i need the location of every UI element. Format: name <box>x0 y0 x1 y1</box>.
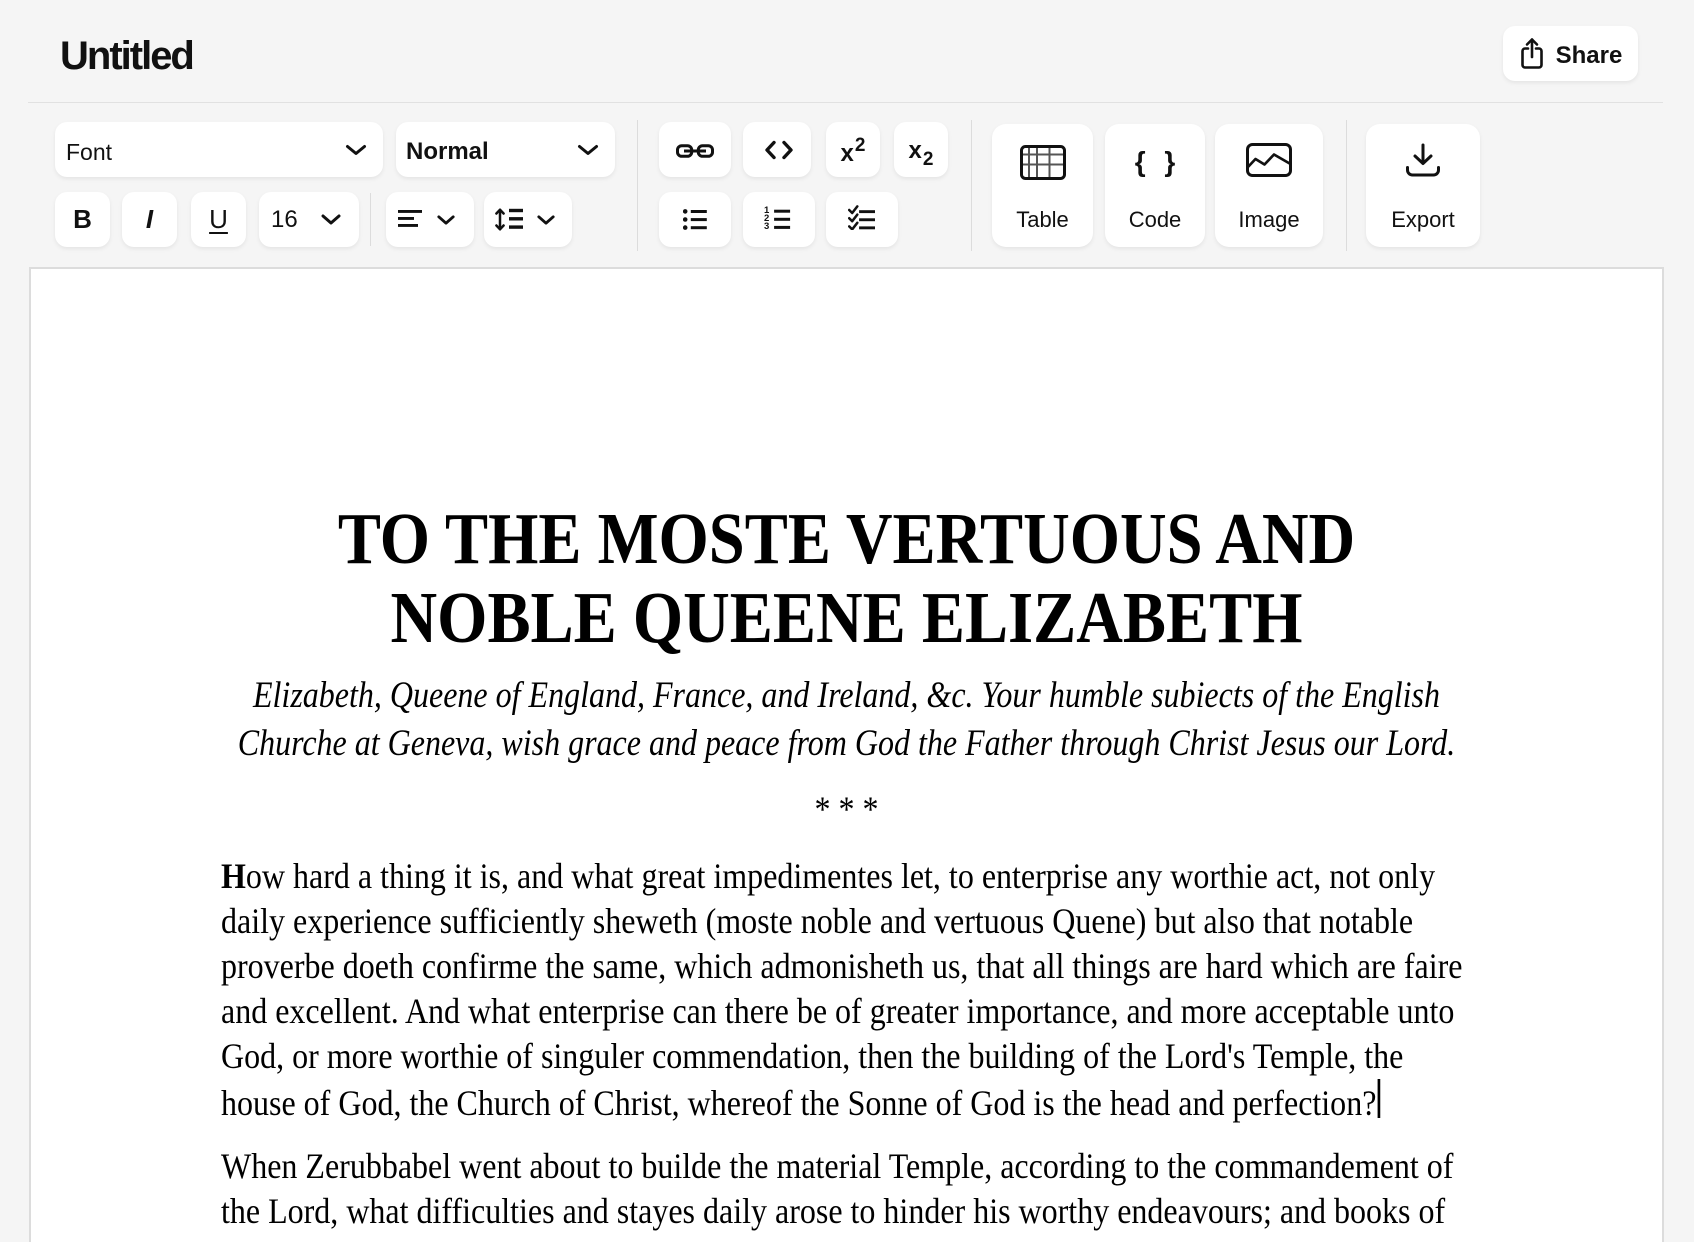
svg-text:3: 3 <box>764 221 769 230</box>
